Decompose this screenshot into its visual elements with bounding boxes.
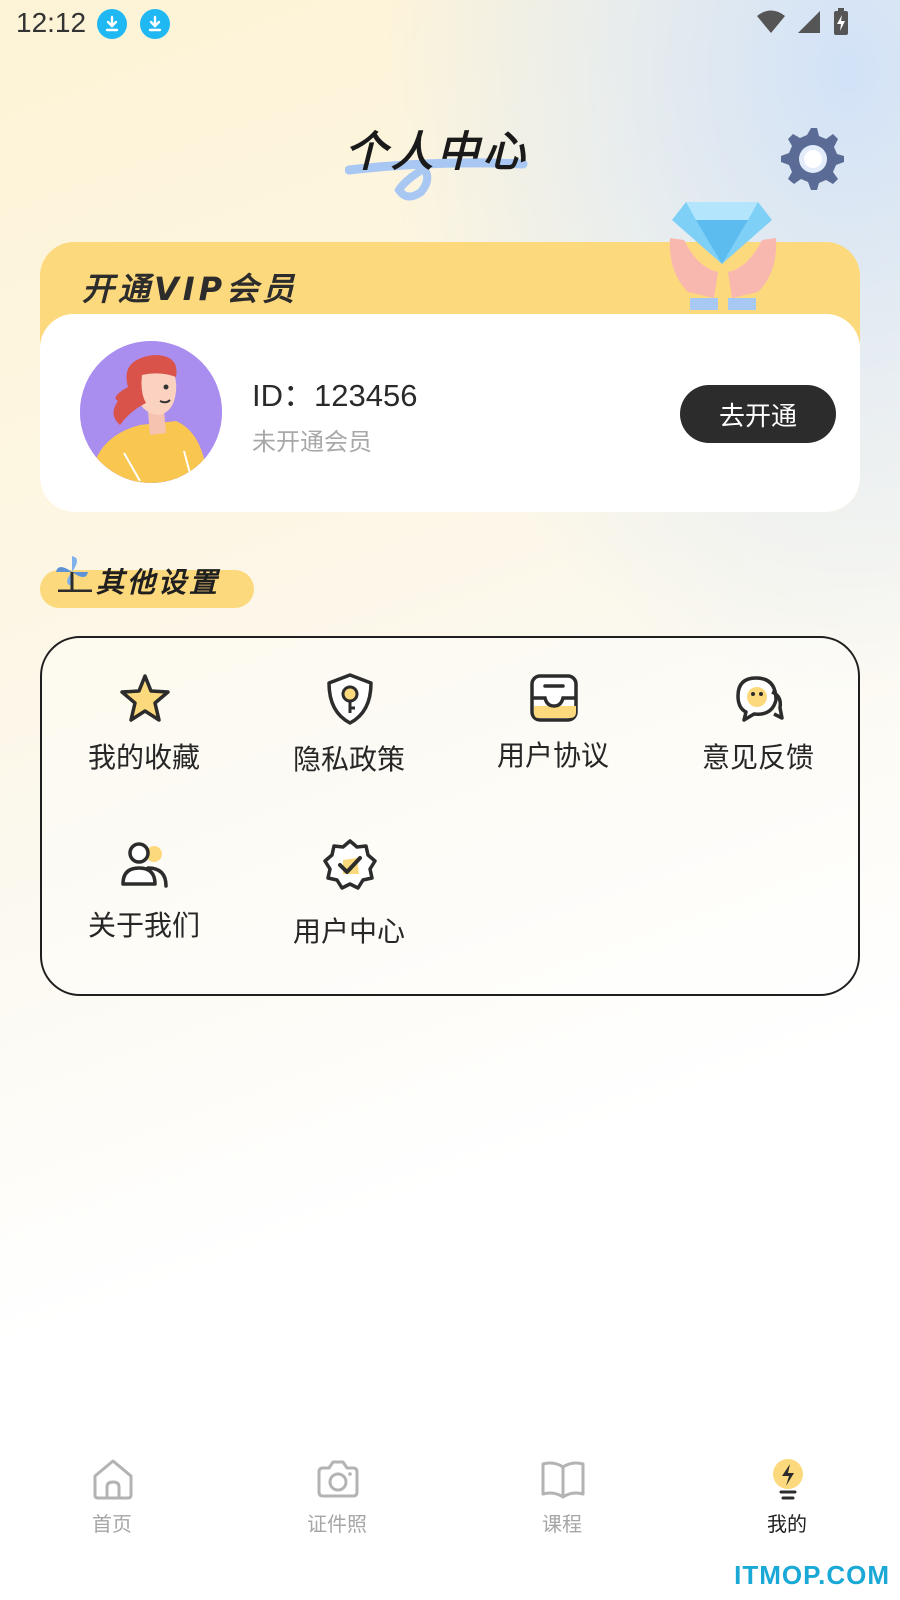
camera-icon xyxy=(317,1460,359,1498)
open-vip-button[interactable]: 去开通 xyxy=(680,385,836,443)
user-agreement-item[interactable]: 用户协议 xyxy=(453,672,653,802)
bottom-nav: 首页 证件照 课程 我的 xyxy=(0,1440,900,1550)
nav-courses[interactable]: 课程 xyxy=(502,1440,622,1540)
status-bar: 12:12 xyxy=(0,0,900,50)
users-icon xyxy=(121,842,168,888)
favorites-item[interactable]: 我的收藏 xyxy=(44,672,244,802)
settings-grid: 我的收藏 隐私政策 用户协议 意见反馈 关于我们 用户中心 xyxy=(40,636,860,996)
grid-item-label: 关于我们 xyxy=(87,909,200,942)
nav-label: 我的 xyxy=(767,1512,807,1536)
nav-label: 证件照 xyxy=(307,1512,367,1536)
status-time: 12:12 xyxy=(16,7,87,38)
user-id: ID：123456 xyxy=(252,378,418,413)
lightbulb-icon xyxy=(773,1459,803,1500)
nav-home[interactable]: 首页 xyxy=(52,1440,172,1540)
user-center-item[interactable]: 用户中心 xyxy=(249,838,449,968)
section-title: 其他设置 xyxy=(96,566,221,599)
wifi-icon xyxy=(757,10,785,33)
star-icon xyxy=(120,674,170,722)
grid-item-label: 我的收藏 xyxy=(87,741,200,774)
nav-label: 课程 xyxy=(542,1512,582,1536)
grid-item-label: 隐私政策 xyxy=(292,743,405,776)
home-icon xyxy=(93,1459,133,1500)
member-info-panel: ID：123456 未开通会员 去开通 xyxy=(40,314,860,512)
download-icon xyxy=(140,9,170,39)
chat-bubble-icon xyxy=(736,676,784,722)
pinwheel-icon xyxy=(56,556,92,592)
avatar xyxy=(80,341,222,483)
nav-mine[interactable]: 我的 xyxy=(727,1440,847,1540)
settings-gear-icon[interactable] xyxy=(778,124,844,190)
membership-status: 未开通会员 xyxy=(252,428,372,456)
grid-item-label: 意见反馈 xyxy=(701,741,814,774)
download-icon xyxy=(97,9,127,39)
vip-card: 开通VIP会员 ID：123456 未开通会员 去开通 xyxy=(40,202,860,512)
nav-id-photo[interactable]: 证件照 xyxy=(277,1440,397,1540)
diamond-hands-icon xyxy=(669,202,777,310)
badge-check-icon xyxy=(323,839,377,890)
shield-key-icon xyxy=(327,673,373,725)
book-icon xyxy=(541,1461,585,1499)
grid-item-label: 用户协议 xyxy=(496,739,609,772)
feedback-item[interactable]: 意见反馈 xyxy=(658,672,858,802)
about-us-item[interactable]: 关于我们 xyxy=(44,838,244,968)
inbox-icon xyxy=(530,674,578,722)
nav-label: 首页 xyxy=(92,1512,132,1536)
watermark: ITMOP.COM xyxy=(734,1560,890,1590)
battery-icon xyxy=(834,8,848,35)
signal-icon xyxy=(798,11,820,33)
privacy-policy-item[interactable]: 隐私政策 xyxy=(249,672,449,802)
vip-banner-title: 开通VIP会员 xyxy=(82,270,299,308)
page-title: 个人中心 xyxy=(345,127,530,176)
grid-item-label: 用户中心 xyxy=(292,915,405,948)
section-header: 其他设置 xyxy=(40,552,254,608)
